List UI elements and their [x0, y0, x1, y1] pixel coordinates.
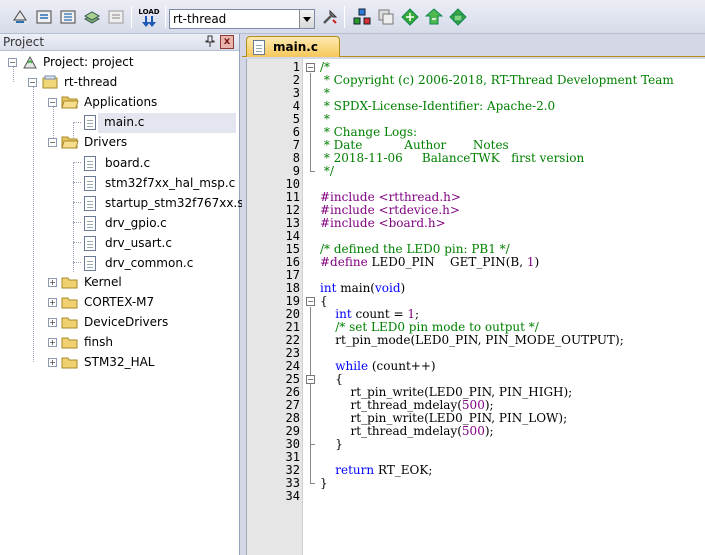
folder-open-icon [61, 136, 79, 152]
fold-toggle-icon[interactable]: − [306, 63, 315, 72]
pack-installer-icon[interactable] [424, 7, 444, 27]
collapse-icon[interactable]: − [48, 138, 57, 147]
chevron-down-icon[interactable] [299, 10, 314, 28]
manage-components-icon[interactable] [352, 7, 372, 27]
tree-group-label: Kernel [84, 275, 122, 289]
collapse-icon[interactable]: − [8, 58, 17, 67]
folder-icon [61, 317, 78, 332]
file-icon [253, 39, 265, 55]
code-line: rt_pin_mode(LED0_PIN, PIN_MODE_OUTPUT); [320, 333, 624, 347]
tree-file-startup-s[interactable]: startup_stm32f767xx.s [82, 193, 247, 213]
fold-toggle-icon[interactable]: − [306, 297, 315, 306]
folder-icon [61, 277, 78, 292]
file-icon [84, 115, 96, 130]
tree-file-drv-gpio-c[interactable]: drv_gpio.c [82, 213, 170, 233]
expand-icon[interactable]: + [48, 338, 57, 347]
close-icon[interactable]: x [220, 35, 234, 49]
target-options-icon[interactable] [320, 7, 340, 27]
project-icon [22, 54, 38, 73]
code-editor[interactable]: 1 2 3 4 5 6 7 8 9 10 11 12 13 14 15 16 17 18 19 20 21 22 23 24 2… [246, 59, 705, 555]
tree-file-label: drv_gpio.c [105, 216, 167, 230]
tab-main-c[interactable]: main.c [246, 36, 340, 57]
project-panel-title: Project [3, 35, 45, 49]
build-icon[interactable] [34, 7, 54, 27]
code-line: rt_thread_mdelay(500); [320, 424, 494, 438]
tree-group-label: CORTEX-M7 [84, 295, 155, 309]
code-line: #define LED0_PIN GET_PIN(B, 1) [320, 255, 540, 269]
tree-file-label: board.c [105, 156, 151, 170]
tree-file-stm32f7xx-hal-msp-c[interactable]: stm32f7xx_hal_msp.c [82, 173, 238, 193]
file-icon [84, 195, 96, 211]
tree-target-label: rt-thread [64, 75, 118, 89]
tree-group-label: Drivers [84, 135, 128, 149]
tree-file-board-c[interactable]: board.c [82, 153, 153, 173]
tree-file-drv-usart-c[interactable]: drv_usart.c [82, 233, 175, 253]
code-line: * 2018-11-06 BalanceTWK first version [320, 151, 585, 165]
file-icon [84, 155, 96, 171]
rebuild-icon[interactable] [58, 7, 78, 27]
tab-label: main.c [273, 40, 318, 54]
file-extensions-icon[interactable] [376, 7, 396, 27]
stop-build-icon[interactable] [106, 7, 126, 27]
pin-icon[interactable] [203, 35, 217, 49]
fold-toggle-icon[interactable]: − [306, 375, 315, 384]
tree-file-main-c[interactable]: main.c [84, 113, 236, 133]
folder-open-icon [61, 96, 79, 112]
code-line: } [320, 437, 343, 451]
project-tree: − Project: project − rt-thread − Applica… [0, 52, 244, 555]
tree-file-label: drv_common.c [105, 256, 194, 270]
tree-file-label: main.c [104, 115, 145, 129]
toolbar: LOAD rt-thread [0, 0, 705, 34]
collapse-icon[interactable]: − [28, 78, 37, 87]
fold-guide [310, 385, 311, 444]
translate-icon[interactable] [10, 7, 30, 27]
tree-file-label: drv_usart.c [105, 236, 172, 250]
file-icon [84, 175, 96, 191]
expand-icon[interactable]: + [48, 358, 57, 367]
folder-icon [61, 357, 78, 372]
tree-root-label: Project: project [43, 55, 134, 69]
select-packs-icon[interactable] [400, 7, 420, 27]
collapse-icon[interactable]: − [48, 98, 57, 107]
code-line: * SPDX-License-Identifier: Apache-2.0 [320, 99, 556, 113]
code-line: } [320, 476, 328, 490]
tree-group-label: STM32_HAL [84, 355, 155, 369]
project-panel-header: Project x [0, 34, 239, 51]
editor: main.c 1 2 3 4 5 6 7 8 9 10 11 12 13 14 15 16 17 18 19 20 21… [242, 34, 705, 555]
code-line: return RT_EOK; [335, 463, 433, 477]
project-panel: Project x − Project: project − rt-thread… [0, 34, 244, 555]
target-select-value: rt-thread [173, 12, 227, 26]
folder-icon [61, 337, 78, 352]
code-line: * Copyright (c) 2006-2018, RT-Thread Dev… [320, 73, 674, 87]
tree-group-label: Applications [84, 95, 158, 109]
target-folder-icon [42, 75, 58, 92]
target-select[interactable]: rt-thread [169, 9, 315, 29]
tree-file-label: stm32f7xx_hal_msp.c [105, 176, 236, 190]
expand-icon[interactable]: + [48, 278, 57, 287]
code-line: int main(void) [320, 281, 406, 295]
file-icon [84, 215, 96, 231]
tree-group-label: DeviceDrivers [84, 315, 169, 329]
tree-file-drv-common-c[interactable]: drv_common.c [82, 253, 196, 273]
load-label: LOAD [138, 7, 160, 16]
line-number-gutter: 1 2 3 4 5 6 7 8 9 10 11 12 13 14 15 16 17 18 19 20 21 22 23 24 2… [247, 59, 303, 555]
file-icon [84, 235, 96, 251]
fold-end [310, 171, 315, 172]
run-time-environment-icon[interactable] [448, 7, 468, 27]
fold-end [310, 483, 315, 484]
expand-icon[interactable]: + [48, 318, 57, 327]
code-line: */ [320, 164, 334, 178]
line-number: 34 [285, 489, 300, 503]
file-icon [84, 255, 96, 271]
download-icon[interactable]: LOAD [137, 7, 161, 27]
folder-icon [61, 297, 78, 312]
tree-file-label: startup_stm32f767xx.s [105, 196, 244, 210]
fold-end [310, 444, 315, 445]
code-line: #include <board.h> [320, 216, 446, 230]
batch-build-icon[interactable] [82, 7, 102, 27]
editor-tabbar: main.c [242, 34, 705, 57]
fold-guide [310, 73, 311, 171]
expand-icon[interactable]: + [48, 298, 57, 307]
tree-group-label: finsh [84, 335, 114, 349]
